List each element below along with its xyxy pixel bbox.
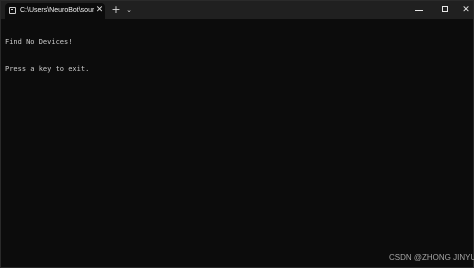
tab-active[interactable]: C:\Users\NeuroBot\source\repos ✕ xyxy=(5,3,105,19)
close-window-button[interactable]: ✕ xyxy=(458,1,474,19)
watermark: CSDN @ZHONG JINYU xyxy=(389,253,474,262)
tab-dropdown-button[interactable]: ⌄ xyxy=(124,3,134,17)
console-line: Press a key to exit. xyxy=(5,65,90,73)
terminal-icon xyxy=(9,7,16,14)
minimize-icon xyxy=(415,10,423,11)
console-line: Find No Devices! xyxy=(5,38,73,46)
new-tab-button[interactable]: + xyxy=(110,3,122,17)
tab-title: C:\Users\NeuroBot\source\repos xyxy=(20,7,94,14)
close-tab-button[interactable]: ✕ xyxy=(95,4,104,16)
terminal-window: C:\Users\NeuroBot\source\repos ✕ + ⌄ ✕ F… xyxy=(0,0,474,268)
title-bar: C:\Users\NeuroBot\source\repos ✕ + ⌄ ✕ xyxy=(1,1,473,19)
maximize-button[interactable] xyxy=(432,1,460,19)
scrollbar[interactable] xyxy=(469,20,472,266)
maximize-icon xyxy=(442,6,448,12)
console-output[interactable]: Find No Devices! Press a key to exit. xyxy=(5,20,465,260)
minimize-button[interactable] xyxy=(406,1,434,19)
